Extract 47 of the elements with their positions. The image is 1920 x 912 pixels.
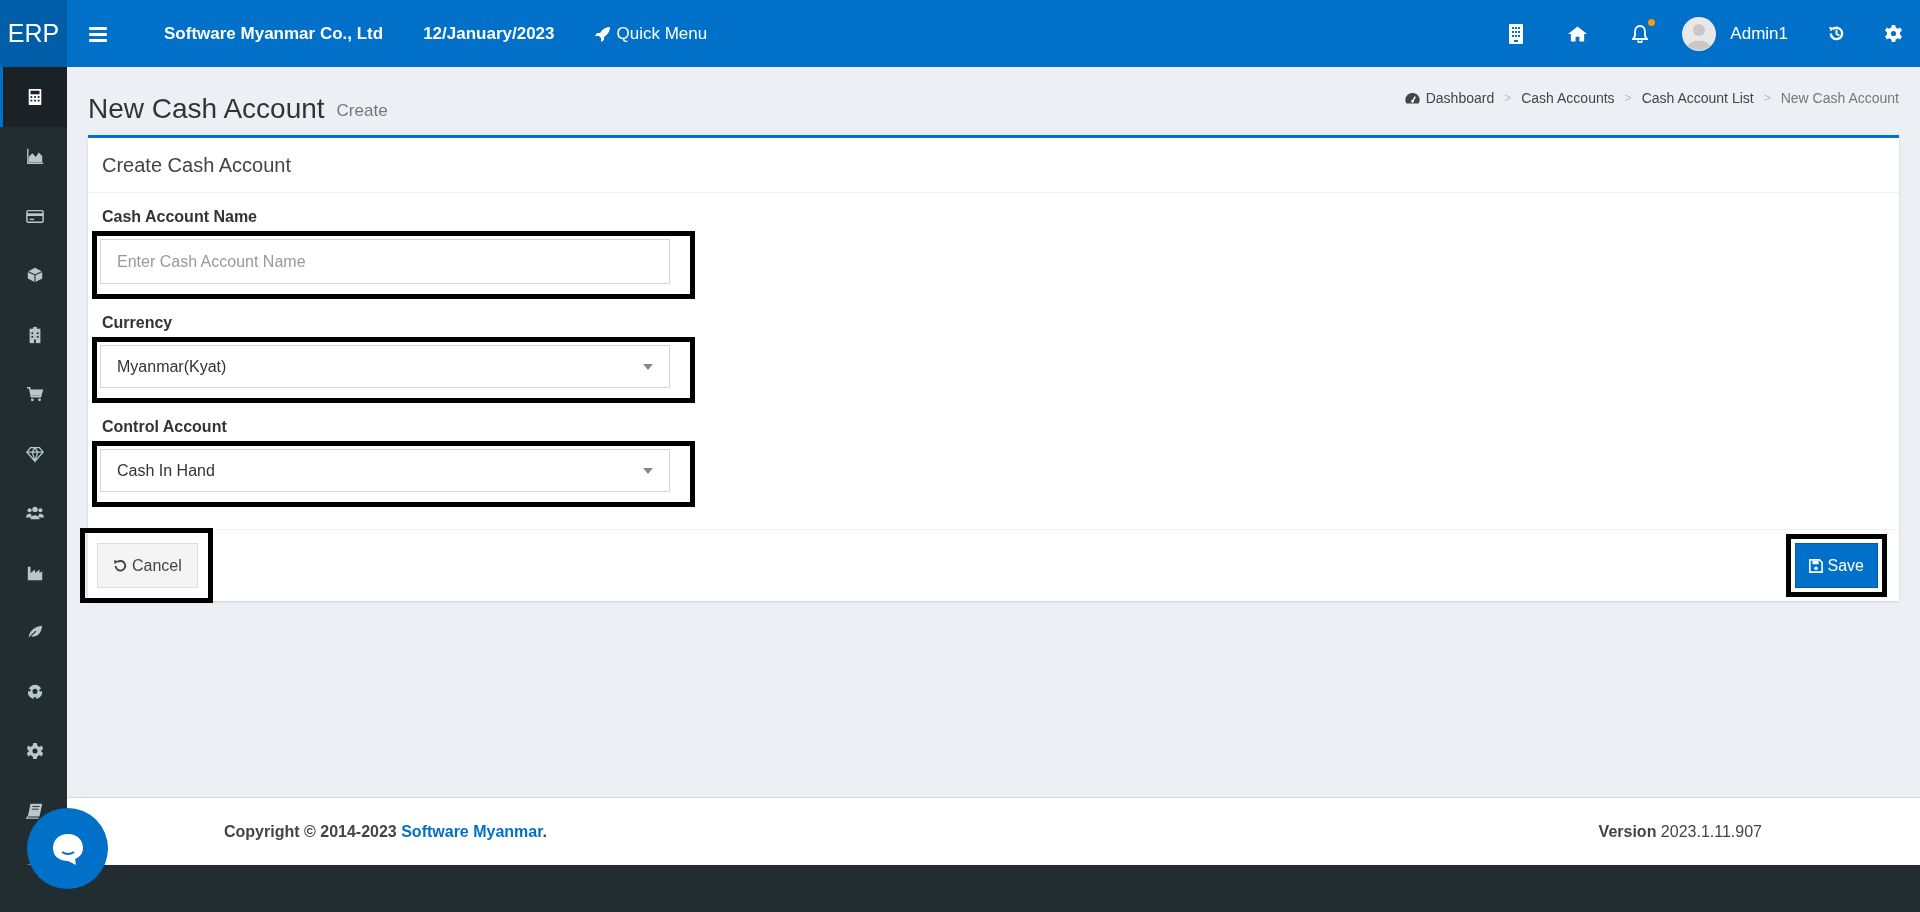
dashboard-icon [1404,91,1420,105]
breadcrumb-link[interactable]: Cash Accounts [1521,87,1615,109]
ball-icon [26,682,44,701]
breadcrumb-link[interactable]: Dashboard [1425,87,1495,109]
rocket-icon [594,25,611,42]
diamond-icon [26,444,44,463]
breadcrumb-link[interactable]: Cash Account List [1641,87,1754,109]
cancel-button[interactable]: Cancel [97,543,198,588]
cube-icon [26,266,44,285]
home-icon[interactable] [1568,25,1588,42]
building-icon[interactable] [1509,23,1524,44]
logo-text[interactable]: ERP [0,0,67,67]
company-link[interactable]: Software Myanmar [401,822,543,840]
calculator-icon [26,87,44,106]
select-field[interactable]: Cash In Hand [100,449,670,492]
quick-menu-link[interactable]: Quick Menu [594,20,708,47]
page-title: New Cash Account [88,95,325,123]
version-text: Version 2023.1.11.907 [1598,821,1762,842]
settings-icon[interactable] [1885,25,1902,42]
caret-icon [643,467,653,474]
select-field[interactable]: Myanmar(Kyat) [100,345,670,388]
breadcrumb-separator: > [1624,90,1632,107]
breadcrumb-current: New Cash Account [1780,88,1899,108]
gear-icon [26,742,44,761]
copyright-text: Copyright © 2014-2023 Software Myanmar. [224,821,548,842]
undo-icon [113,558,127,573]
caret-icon [643,363,653,370]
area-chart-icon [26,147,44,166]
menu-icon[interactable] [89,25,107,42]
cart-icon [26,385,44,404]
field-label: Currency [102,313,174,333]
save-button[interactable]: Save [1794,543,1878,588]
breadcrumb-separator: > [1763,90,1771,107]
breadcrumb-separator: > [1504,90,1512,107]
current-date: 12/January/2023 [423,22,555,45]
input-field[interactable]: Enter Cash Account Name [100,239,670,284]
book-icon [26,801,44,820]
bell-icon[interactable] [1632,24,1649,43]
company-name: Software Myanmar Co., Ltd [164,22,384,45]
sidebar-item[interactable] [0,67,67,127]
history-icon[interactable] [1828,25,1845,42]
page-subtitle: Create [336,99,388,122]
user-name[interactable]: Admin1 [1730,20,1788,47]
field-label: Control Account [102,417,228,437]
field-label: Cash Account Name [102,207,258,227]
avatar-icon[interactable] [1682,16,1717,51]
card-title: Create Cash Account [88,138,1899,193]
